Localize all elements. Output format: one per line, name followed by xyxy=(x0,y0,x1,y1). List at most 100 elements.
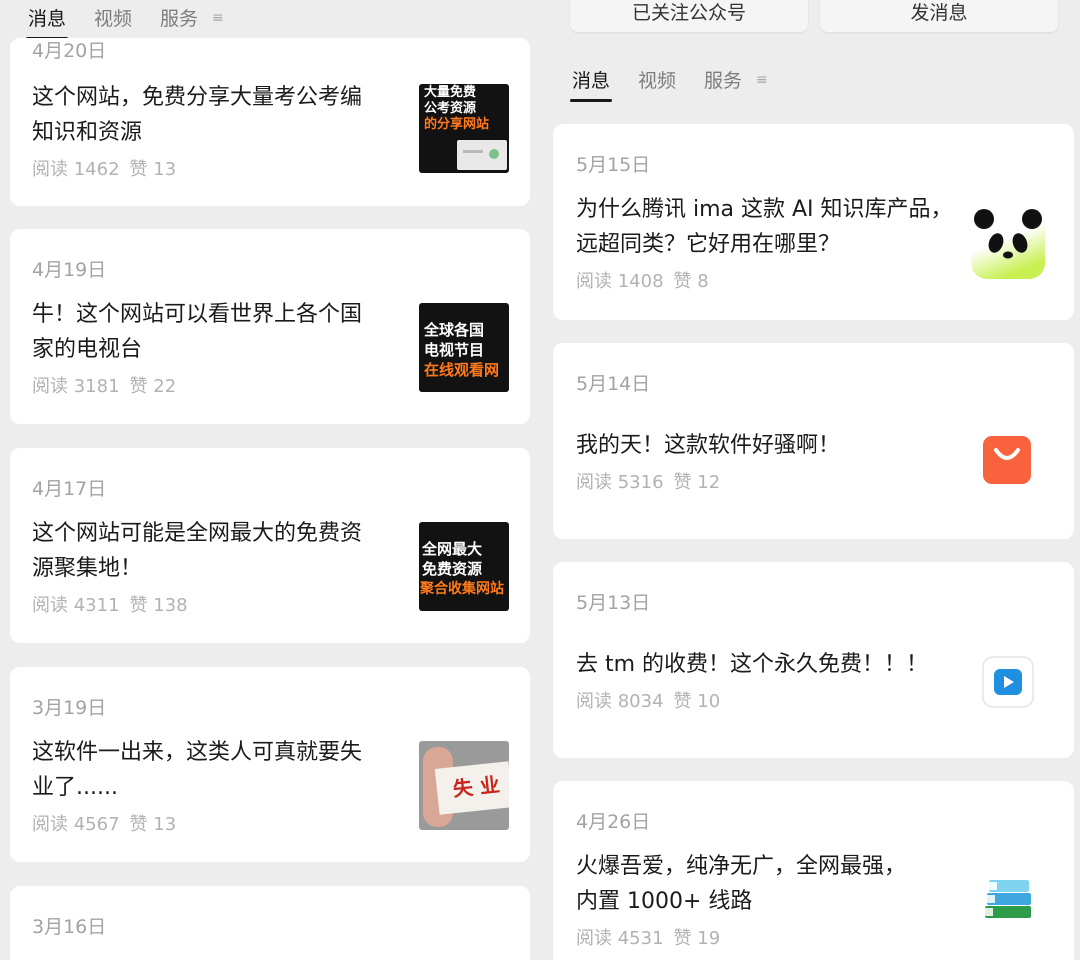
shopping-bag-icon[interactable] xyxy=(981,434,1033,486)
article-title-line: 这个网站可能是全网最大的免费资 xyxy=(32,521,363,546)
tab-services[interactable]: 服务 xyxy=(704,66,742,93)
like-count: 赞 138 xyxy=(129,595,188,616)
article-title[interactable]: 火爆吾爱，纯净无广，全网最强， 内置 1000+ 线路 xyxy=(576,849,956,919)
thumbnail-caption: 在线观看网 xyxy=(424,361,500,379)
article-thumbnail[interactable]: 全网最大 免费资源 聚合收集网站 xyxy=(419,522,509,611)
thumbnail-caption: 大量免费 xyxy=(424,85,477,100)
tab-messages[interactable]: 消息 xyxy=(569,66,613,102)
article-title-line: 火爆吾爱，纯净无广，全网最强， xyxy=(576,854,907,879)
article-title-line: 为什么腾讯 ima 这款 AI 知识库产品， xyxy=(576,197,953,222)
article-stats: 阅读 5316 赞 12 xyxy=(576,468,720,494)
article-date: 4月19日 xyxy=(32,259,107,281)
tab-videos[interactable]: 视频 xyxy=(638,66,676,93)
article-date: 5月15日 xyxy=(576,154,651,176)
tab-messages[interactable]: 消息 xyxy=(25,4,69,40)
article-title-line: 家的电视台 xyxy=(32,337,143,362)
menu-icon[interactable]: ≡ xyxy=(756,72,768,88)
article-date: 4月20日 xyxy=(32,40,107,62)
article-thumbnail[interactable]: 全球各国 电视节目 在线观看网 xyxy=(419,303,509,392)
read-count: 阅读 1462 xyxy=(32,159,120,180)
article-stats: 阅读 1408 赞 8 xyxy=(576,267,709,293)
read-count: 阅读 4311 xyxy=(32,595,120,616)
send-message-button-label: 发消息 xyxy=(910,2,968,24)
article-date: 5月14日 xyxy=(576,373,651,395)
read-count: 阅读 5316 xyxy=(576,472,664,493)
thumbnail-caption: 电视节目 xyxy=(424,341,485,359)
send-message-button[interactable]: 发消息 xyxy=(820,0,1058,32)
article-title-line: 源聚集地！ xyxy=(32,556,143,581)
article-title-line: 这个网站，免费分享大量考公考编 xyxy=(32,85,363,110)
article-card[interactable]: 5月13日 去 tm 的收费！这个永久免费！！！ 阅读 8034 赞 10 xyxy=(553,562,1074,758)
thumbnail-caption: 公考资源 xyxy=(424,101,477,116)
left-tab-bar: 消息 视频 服务 ≡ xyxy=(25,4,224,40)
panda-icon[interactable] xyxy=(971,205,1045,279)
play-icon[interactable] xyxy=(981,655,1035,709)
article-date: 4月26日 xyxy=(576,811,651,833)
books-icon[interactable] xyxy=(981,876,1035,924)
thumbnail-caption: 免费资源 xyxy=(422,560,483,578)
article-thumbnail[interactable]: 大量免费 公考资源 的分享网站 xyxy=(419,84,509,173)
card-graphic: 失 业 xyxy=(434,761,509,815)
article-stats: 阅读 4311 赞 138 xyxy=(32,591,188,617)
article-card[interactable]: 5月15日 为什么腾讯 ima 这款 AI 知识库产品， 远超同类？它好用在哪里… xyxy=(553,124,1074,320)
like-count: 赞 12 xyxy=(673,472,721,493)
like-count: 赞 13 xyxy=(129,814,177,835)
article-stats: 阅读 3181 赞 22 xyxy=(32,372,176,398)
thumbnail-caption: 全球各国 xyxy=(424,321,485,339)
article-title-line: 牛！这个网站可以看世界上各个国 xyxy=(32,302,363,327)
article-title[interactable]: 为什么腾讯 ima 这款 AI 知识库产品， 远超同类？它好用在哪里？ xyxy=(576,192,956,262)
like-count: 赞 10 xyxy=(673,691,721,712)
article-card[interactable]: 4月20日 这个网站，免费分享大量考公考编 知识和资源 阅读 1462 赞 13 … xyxy=(10,38,530,206)
right-screenshot-panel: 已关注公众号 发消息 消息 视频 服务 ≡ 5月15日 为什么腾讯 ima 这款… xyxy=(541,0,1080,960)
article-title[interactable]: 这个网站可能是全网最大的免费资 源聚集地！ xyxy=(32,516,412,586)
read-count: 阅读 3181 xyxy=(32,376,120,397)
article-thumbnail[interactable]: 失 业 xyxy=(419,741,509,830)
article-title[interactable]: 我的天！这款软件好骚啊！ xyxy=(576,428,956,463)
article-title[interactable]: 这软件一出来，这类人可真就要失 业了...... xyxy=(32,735,412,805)
article-title[interactable]: 这个网站，免费分享大量考公考编 知识和资源 xyxy=(32,80,412,150)
article-title-line: 远超同类？它好用在哪里？ xyxy=(576,232,841,257)
article-date: 3月19日 xyxy=(32,697,107,719)
thumbnail-screenshot-graphic xyxy=(457,140,507,170)
article-title[interactable]: 牛！这个网站可以看世界上各个国 家的电视台 xyxy=(32,297,412,367)
article-date: 3月16日 xyxy=(32,916,107,938)
tab-services[interactable]: 服务 xyxy=(160,4,198,31)
like-count: 赞 22 xyxy=(129,376,177,397)
like-count: 赞 8 xyxy=(673,271,709,292)
article-title[interactable]: 去 tm 的收费！这个永久免费！！！ xyxy=(576,647,976,682)
article-title-line: 这软件一出来，这类人可真就要失 xyxy=(32,740,363,765)
article-card[interactable]: 5月14日 我的天！这款软件好骚啊！ 阅读 5316 赞 12 xyxy=(553,343,1074,539)
article-title-line: 内置 1000+ 线路 xyxy=(576,889,753,914)
read-count: 阅读 4531 xyxy=(576,928,664,949)
article-title-line: 我的天！这款软件好骚啊！ xyxy=(576,433,841,458)
read-count: 阅读 1408 xyxy=(576,271,664,292)
read-count: 阅读 8034 xyxy=(576,691,664,712)
article-stats: 阅读 8034 赞 10 xyxy=(576,687,720,713)
like-count: 赞 19 xyxy=(673,928,721,949)
article-card[interactable]: 4月17日 这个网站可能是全网最大的免费资 源聚集地！ 阅读 4311 赞 138… xyxy=(10,448,530,643)
article-title-line: 知识和资源 xyxy=(32,120,143,145)
like-count: 赞 13 xyxy=(129,159,177,180)
thumbnail-caption: 聚合收集网站 xyxy=(420,581,504,597)
tab-videos[interactable]: 视频 xyxy=(94,4,132,31)
followed-account-button-label: 已关注公众号 xyxy=(631,2,746,24)
article-stats: 阅读 4567 赞 13 xyxy=(32,810,176,836)
followed-account-button[interactable]: 已关注公众号 xyxy=(570,0,808,32)
article-stats: 阅读 1462 赞 13 xyxy=(32,155,176,181)
thumbnail-caption: 的分享网站 xyxy=(424,117,490,132)
article-stats: 阅读 4531 赞 19 xyxy=(576,924,720,950)
article-date: 4月17日 xyxy=(32,478,107,500)
left-screenshot-panel: 消息 视频 服务 ≡ 4月20日 这个网站，免费分享大量考公考编 知识和资源 阅… xyxy=(0,0,541,960)
article-date: 5月13日 xyxy=(576,592,651,614)
article-card[interactable]: 4月19日 牛！这个网站可以看世界上各个国 家的电视台 阅读 3181 赞 22 … xyxy=(10,229,530,424)
article-title-line: 业了...... xyxy=(32,775,118,800)
read-count: 阅读 4567 xyxy=(32,814,120,835)
thumbnail-caption: 失 业 xyxy=(451,772,501,802)
article-card[interactable]: 3月16日 xyxy=(10,886,530,960)
menu-icon[interactable]: ≡ xyxy=(212,10,224,26)
thumbnail-caption: 全网最大 xyxy=(422,540,483,558)
right-tab-bar: 消息 视频 服务 ≡ xyxy=(569,66,768,102)
article-card[interactable]: 3月19日 这软件一出来，这类人可真就要失 业了...... 阅读 4567 赞 … xyxy=(10,667,530,862)
article-card[interactable]: 4月26日 火爆吾爱，纯净无广，全网最强， 内置 1000+ 线路 阅读 453… xyxy=(553,781,1074,960)
article-title-line: 去 tm 的收费！这个永久免费！！！ xyxy=(576,652,929,677)
